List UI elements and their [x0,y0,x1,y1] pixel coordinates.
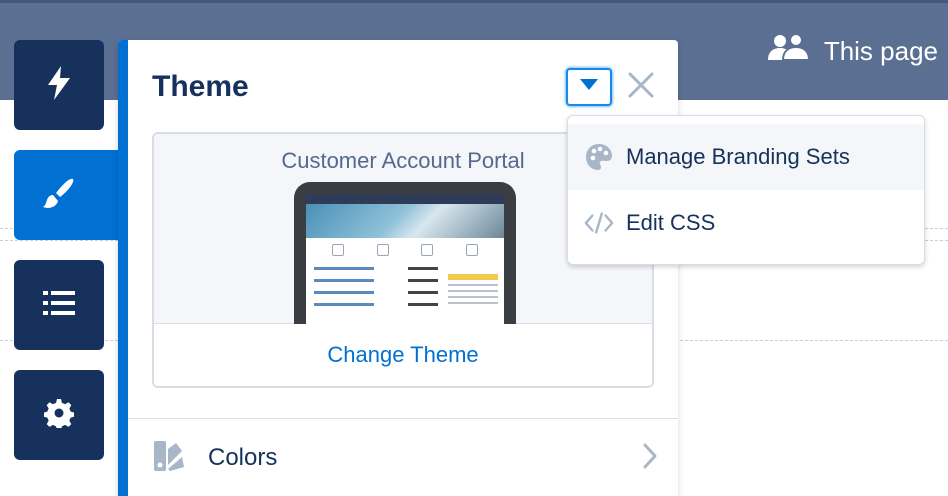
list-icon [43,290,75,321]
theme-options-menu: Manage Branding Sets Edit CSS [567,115,925,265]
close-panel-button[interactable] [624,68,658,106]
thumbnail-row [314,291,438,298]
change-theme-link[interactable]: Change Theme [154,324,652,386]
thumbnail-row [314,279,438,286]
thumbnail-rows [306,260,446,317]
rail-pages-button[interactable] [14,260,104,350]
thumbnail-icon [376,244,389,256]
thumbnail-icon [421,244,434,256]
theme-thumbnail [294,182,516,334]
thumbnail-row [314,303,438,310]
menu-item-edit-css[interactable]: Edit CSS [568,190,924,256]
thumbnail-icons [306,238,504,260]
gear-icon [43,398,75,433]
thumbnail-row [314,267,438,274]
caret-down-icon [580,78,598,96]
rail-settings-button[interactable] [14,370,104,460]
color-swatch-icon [152,439,186,478]
section-colors[interactable]: Colors [152,436,658,480]
panel-accent-bar [118,40,128,496]
page-label: This page [823,36,938,66]
palette-icon [584,143,614,171]
page-selector[interactable]: This page [766,32,938,71]
theme-panel: Theme Customer Account Portal Change The… [118,40,678,496]
section-divider [128,418,678,419]
chevron-right-icon [642,442,658,475]
close-icon [628,72,654,103]
theme-options-dropdown-button[interactable] [566,68,612,106]
thumbnail-icon [332,244,345,256]
menu-item-label: Manage Branding Sets [626,144,850,169]
rail-components-button[interactable] [14,40,104,130]
paintbrush-icon [42,176,76,215]
rail-theme-button[interactable] [14,150,124,240]
thumbnail-sidebar [448,274,498,324]
lightning-icon [46,65,72,105]
users-icon [766,32,810,71]
code-icon [584,212,614,234]
menu-item-label: Edit CSS [626,210,716,235]
header-strip [0,0,948,3]
thumbnail-icon [465,244,478,256]
section-label: Colors [208,444,278,471]
panel-title: Theme [152,70,249,103]
thumbnail-nav [306,194,504,204]
menu-item-manage-branding-sets[interactable]: Manage Branding Sets [568,124,924,190]
thumbnail-hero [306,204,504,238]
thumbnail-screen [306,194,504,334]
